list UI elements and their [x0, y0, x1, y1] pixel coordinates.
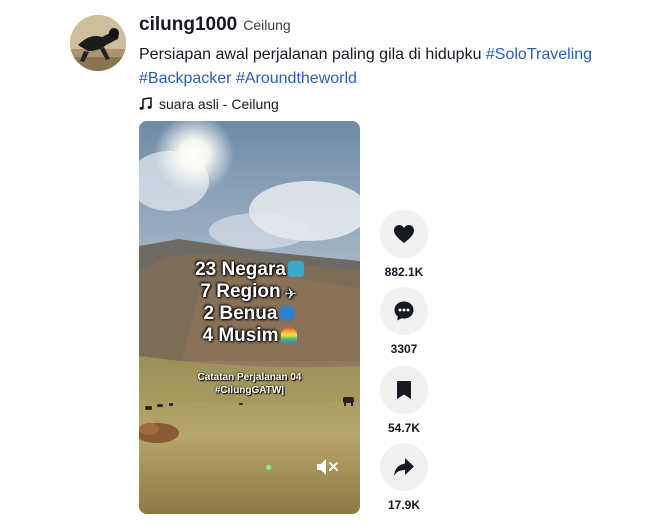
- video-player[interactable]: 23 Negara 7 Region ✈ 2 Benua 4 Musim Cata…: [139, 121, 360, 514]
- save-button[interactable]: [380, 366, 428, 414]
- subtitle-line: Catatan Perjalanan 04: [197, 372, 302, 383]
- airplane-emoji-icon: ✈: [284, 286, 297, 303]
- share-count: 17.9K: [387, 498, 421, 512]
- comment-count: 3307: [390, 342, 418, 356]
- music-link[interactable]: suara asli - Ceilung: [139, 94, 639, 114]
- save-count: 54.7K: [387, 421, 421, 435]
- rainbow-emoji-icon: [280, 327, 297, 343]
- hashtag-link[interactable]: #Aroundtheworld: [236, 70, 357, 87]
- music-note-icon: [139, 97, 153, 111]
- playback-indicator: [266, 465, 271, 470]
- globe-emoji-icon: [279, 305, 296, 321]
- author-row: cilung1000 Ceilung: [139, 14, 639, 40]
- like-count: 882.1K: [384, 265, 424, 279]
- author-nickname[interactable]: Ceilung: [243, 17, 290, 33]
- music-label: suara asli - Ceilung: [159, 96, 279, 112]
- overlay-line: 2 Benua: [203, 303, 278, 324]
- share-icon: [394, 458, 414, 476]
- avatar[interactable]: [70, 15, 126, 71]
- hashtag-link[interactable]: #SoloTraveling: [486, 46, 592, 63]
- post-header: cilung1000 Ceilung Persiapan awal perjal…: [139, 14, 639, 114]
- comment-button[interactable]: [380, 287, 428, 335]
- save-action: 54.7K: [380, 366, 428, 437]
- comment-icon: [394, 301, 414, 321]
- like-button[interactable]: [380, 210, 428, 258]
- speaker-muted-icon: [317, 459, 338, 475]
- bookmark-icon: [397, 381, 411, 399]
- like-action: 882.1K: [380, 210, 428, 281]
- overlay-line: 4 Musim: [202, 325, 279, 346]
- map-emoji-icon: [287, 261, 304, 277]
- heart-icon: [394, 225, 414, 243]
- overlay-line: 7 Region: [200, 281, 281, 302]
- author-username[interactable]: cilung1000: [139, 14, 237, 36]
- share-button[interactable]: [380, 443, 428, 491]
- video-text-overlay: 23 Negara 7 Region ✈ 2 Benua 4 Musim: [139, 259, 360, 347]
- overlay-line: 23 Negara: [195, 259, 286, 280]
- comment-action: 3307: [380, 287, 428, 358]
- hashtag-link[interactable]: #Backpacker: [139, 70, 232, 87]
- share-action: 17.9K: [380, 443, 428, 514]
- post-caption: Persiapan awal perjalanan paling gila di…: [139, 43, 619, 91]
- subtitle-line: #CilungGATW|: [214, 385, 285, 396]
- caption-text: Persiapan awal perjalanan paling gila di…: [139, 46, 486, 63]
- mute-toggle-button[interactable]: [315, 456, 341, 478]
- video-subtitle: Catatan Perjalanan 04 #CilungGATW|: [139, 371, 360, 397]
- video-post: cilung1000 Ceilung Persiapan awal perjal…: [0, 0, 659, 524]
- avatar-image: [70, 15, 126, 71]
